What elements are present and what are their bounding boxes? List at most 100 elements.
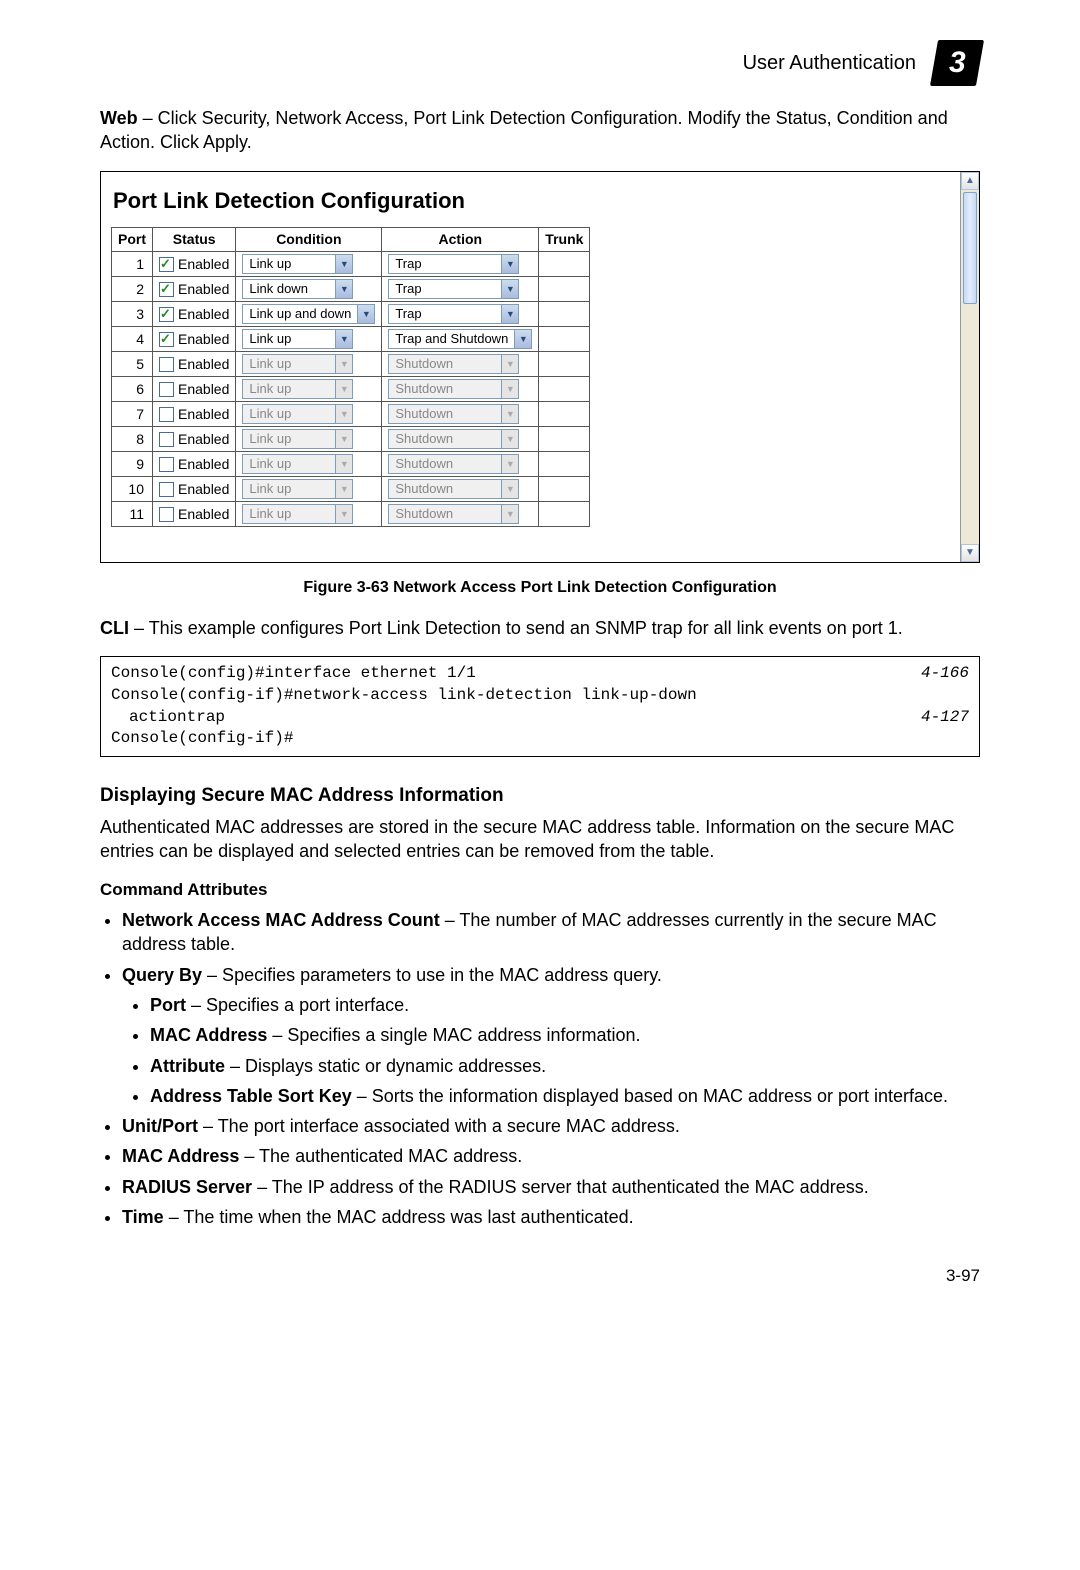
chevron-down-icon: ▼: [335, 480, 352, 498]
list-item: Query By – Specifies parameters to use i…: [122, 963, 980, 1108]
action-select[interactable]: Trap▼: [388, 304, 519, 324]
enabled-label: Enabled: [178, 306, 229, 322]
table-row: 6 Enabled Link up▼ Shutdown▼: [112, 377, 590, 402]
cli-intro-paragraph: CLI – This example configures Port Link …: [100, 616, 980, 640]
action-select[interactable]: Trap▼: [388, 254, 519, 274]
col-status: Status: [153, 228, 236, 252]
chevron-down-icon: ▼: [335, 430, 352, 448]
enabled-checkbox[interactable]: [159, 432, 174, 447]
port-cell: 4: [112, 327, 153, 352]
condition-cell: Link up▼: [236, 477, 382, 502]
action-select[interactable]: Trap and Shutdown▼: [388, 329, 532, 349]
chevron-down-icon: ▼: [501, 380, 518, 398]
page-header: User Authentication 3: [100, 40, 980, 86]
cli-text: – This example configures Port Link Dete…: [129, 618, 903, 638]
chevron-down-icon: ▼: [335, 255, 352, 273]
condition-select[interactable]: Link up▼: [242, 329, 353, 349]
port-cell: 6: [112, 377, 153, 402]
sub-list: Port – Specifies a port interface. MAC A…: [150, 993, 980, 1108]
trunk-cell: [539, 277, 590, 302]
condition-cell: Link up▼: [236, 452, 382, 477]
col-action: Action: [382, 228, 539, 252]
scroll-up-arrow[interactable]: ▲: [961, 172, 979, 190]
status-cell: Enabled: [153, 327, 236, 352]
enabled-checkbox[interactable]: [159, 482, 174, 497]
chevron-down-icon: ▼: [501, 355, 518, 373]
condition-cell: Link up▼: [236, 327, 382, 352]
port-cell: 1: [112, 252, 153, 277]
trunk-cell: [539, 427, 590, 452]
condition-cell: Link up▼: [236, 377, 382, 402]
col-port: Port: [112, 228, 153, 252]
cli-line: Console(config-if)#: [111, 728, 293, 750]
scroll-thumb[interactable]: [963, 192, 977, 304]
enabled-checkbox[interactable]: [159, 332, 174, 347]
action-cell: Trap▼: [382, 302, 539, 327]
enabled-checkbox[interactable]: [159, 257, 174, 272]
action-select[interactable]: Trap▼: [388, 279, 519, 299]
enabled-checkbox[interactable]: [159, 407, 174, 422]
enabled-label: Enabled: [178, 381, 229, 397]
figure-caption: Figure 3-63 Network Access Port Link Det…: [100, 577, 980, 599]
cli-line: Console(config)#interface ethernet 1/1: [111, 663, 476, 685]
table-row: 8 Enabled Link up▼ Shutdown▼: [112, 427, 590, 452]
screenshot-title: Port Link Detection Configuration: [113, 186, 957, 216]
chevron-down-icon: ▼: [501, 430, 518, 448]
trunk-cell: [539, 452, 590, 477]
condition-cell: Link up▼: [236, 352, 382, 377]
enabled-checkbox[interactable]: [159, 357, 174, 372]
enabled-label: Enabled: [178, 356, 229, 372]
chevron-down-icon: ▼: [501, 455, 518, 473]
action-cell: Shutdown▼: [382, 377, 539, 402]
chevron-down-icon: ▼: [335, 455, 352, 473]
action-select: Shutdown▼: [388, 454, 519, 474]
condition-select[interactable]: Link up▼: [242, 254, 353, 274]
scrollbar[interactable]: ▲ ▼: [960, 172, 979, 562]
enabled-checkbox[interactable]: [159, 307, 174, 322]
enabled-checkbox[interactable]: [159, 282, 174, 297]
condition-select[interactable]: Link up and down▼: [242, 304, 375, 324]
enabled-checkbox[interactable]: [159, 457, 174, 472]
header-title: User Authentication: [743, 50, 916, 77]
condition-select: Link up▼: [242, 404, 353, 424]
list-item: Attribute – Displays static or dynamic a…: [150, 1054, 980, 1078]
condition-select: Link up▼: [242, 454, 353, 474]
status-cell: Enabled: [153, 252, 236, 277]
table-row: 5 Enabled Link up▼ Shutdown▼: [112, 352, 590, 377]
table-row: 9 Enabled Link up▼ Shutdown▼: [112, 452, 590, 477]
chevron-down-icon: ▼: [501, 505, 518, 523]
condition-cell: Link up▼: [236, 427, 382, 452]
condition-select: Link up▼: [242, 429, 353, 449]
list-item: MAC Address – The authenticated MAC addr…: [122, 1144, 980, 1168]
condition-cell: Link up▼: [236, 252, 382, 277]
action-cell: Shutdown▼: [382, 502, 539, 527]
chapter-badge: 3: [930, 40, 984, 86]
cli-code-block: Console(config)#interface ethernet 1/14-…: [100, 656, 980, 756]
enabled-label: Enabled: [178, 506, 229, 522]
enabled-label: Enabled: [178, 431, 229, 447]
enabled-label: Enabled: [178, 406, 229, 422]
chevron-down-icon: ▼: [514, 330, 531, 348]
enabled-checkbox[interactable]: [159, 507, 174, 522]
chevron-down-icon: ▼: [501, 255, 518, 273]
action-cell: Trap▼: [382, 277, 539, 302]
trunk-cell: [539, 502, 590, 527]
action-cell: Shutdown▼: [382, 452, 539, 477]
port-cell: 11: [112, 502, 153, 527]
condition-select: Link up▼: [242, 479, 353, 499]
condition-select: Link up▼: [242, 354, 353, 374]
chevron-down-icon: ▼: [501, 280, 518, 298]
status-cell: Enabled: [153, 302, 236, 327]
table-row: 10 Enabled Link up▼ Shutdown▼: [112, 477, 590, 502]
cli-line: actiontrap: [111, 707, 225, 729]
scroll-down-arrow[interactable]: ▼: [961, 544, 979, 562]
enabled-label: Enabled: [178, 281, 229, 297]
chevron-down-icon: ▼: [501, 480, 518, 498]
condition-cell: Link up▼: [236, 502, 382, 527]
enabled-checkbox[interactable]: [159, 382, 174, 397]
trunk-cell: [539, 302, 590, 327]
action-select: Shutdown▼: [388, 404, 519, 424]
status-cell: Enabled: [153, 402, 236, 427]
condition-select[interactable]: Link down▼: [242, 279, 353, 299]
chevron-down-icon: ▼: [501, 405, 518, 423]
